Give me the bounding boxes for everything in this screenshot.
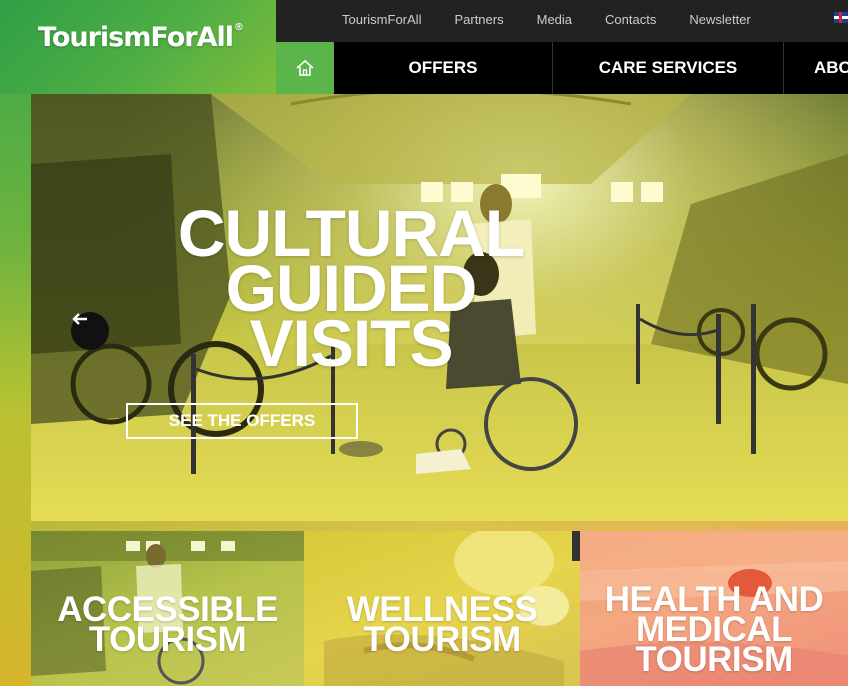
logo-area[interactable]: TourismForAll® bbox=[0, 0, 276, 94]
uk-flag-icon[interactable] bbox=[834, 12, 848, 23]
main-nav: OFFERS CARE SERVICES ABO bbox=[276, 42, 848, 94]
tile-title-line: TOURISM bbox=[635, 640, 793, 679]
nav-about[interactable]: ABO bbox=[784, 42, 848, 94]
tile-title: WELLNESS TOURISM bbox=[304, 592, 580, 659]
hero-title: CULTURAL GUIDED VISITS bbox=[151, 200, 551, 380]
hero-title-line: VISITS bbox=[249, 306, 453, 380]
tile-wellness-tourism[interactable]: WELLNESS TOURISM bbox=[304, 531, 580, 686]
top-bar: TourismForAll Partners Media Contacts Ne… bbox=[276, 0, 848, 42]
tile-title: HEALTH AND MEDICAL TOURISM bbox=[580, 582, 848, 679]
home-button[interactable] bbox=[276, 42, 334, 94]
slider-prev-button[interactable] bbox=[71, 312, 109, 350]
see-offers-button[interactable]: SEE THE OFFERS bbox=[126, 403, 358, 439]
arrow-left-icon bbox=[72, 313, 87, 325]
brand-logo[interactable]: TourismForAll® bbox=[38, 22, 244, 53]
nav-offers[interactable]: OFFERS bbox=[334, 42, 552, 94]
home-icon bbox=[296, 59, 314, 76]
toplink-newsletter[interactable]: Newsletter bbox=[689, 12, 750, 27]
tile-title-line: TOURISM bbox=[363, 620, 521, 659]
toplink-tourismforall[interactable]: TourismForAll bbox=[342, 12, 421, 27]
tile-health-medical-tourism[interactable]: HEALTH AND MEDICAL TOURISM bbox=[580, 531, 848, 686]
toplink-partners[interactable]: Partners bbox=[454, 12, 503, 27]
toplink-contacts[interactable]: Contacts bbox=[605, 12, 656, 27]
top-links: TourismForAll Partners Media Contacts Ne… bbox=[342, 12, 784, 27]
left-gradient-bar bbox=[0, 0, 34, 686]
tile-title: ACCESSIBLE TOURISM bbox=[31, 592, 304, 659]
tile-title-line: TOURISM bbox=[88, 620, 247, 659]
tile-separator-strip bbox=[31, 521, 848, 531]
toplink-media[interactable]: Media bbox=[537, 12, 572, 27]
tile-accessible-tourism[interactable]: ACCESSIBLE TOURISM bbox=[31, 531, 304, 686]
hero-slider: CULTURAL GUIDED VISITS SEE THE OFFERS bbox=[31, 94, 848, 521]
nav-care-services[interactable]: CARE SERVICES bbox=[553, 42, 783, 94]
